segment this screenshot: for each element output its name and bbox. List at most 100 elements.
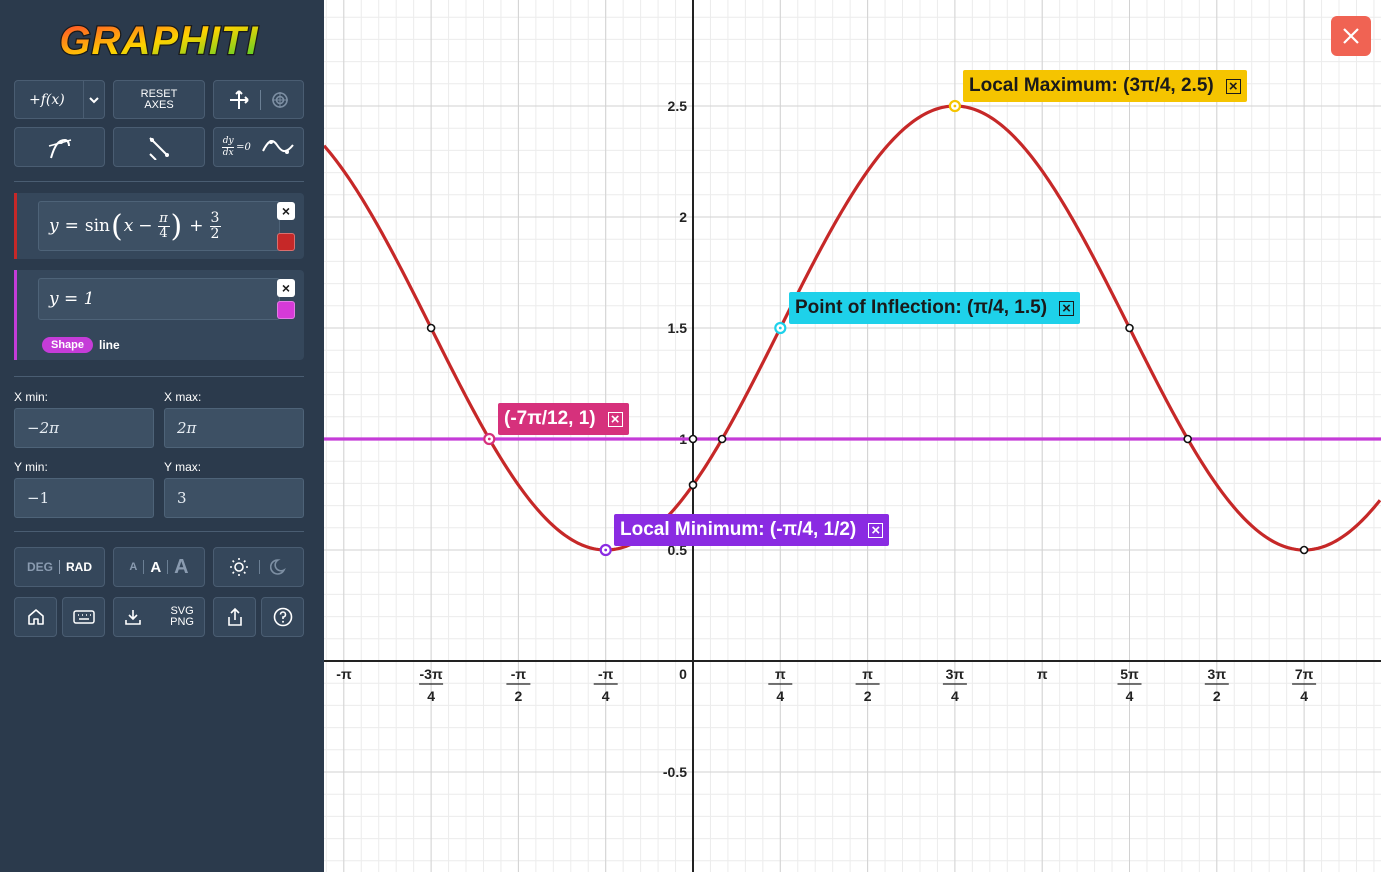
font-small-option[interactable]: A [129,561,137,573]
xmax-input[interactable]: 2π [164,408,304,448]
x-tick-label: -π [336,666,352,682]
move-icon[interactable] [228,89,250,111]
line-tool-button[interactable] [113,127,205,167]
expr-2-text: y = 1 [49,289,95,309]
inflection-point-center [778,326,782,330]
graph-point [1183,434,1193,444]
x-tick-denominator: 4 [1126,688,1134,704]
moon-icon[interactable] [270,558,288,576]
delete-expression-1-button[interactable]: × [277,202,295,220]
pan-mode-group [213,80,304,119]
font-size-group: A A A [113,547,205,587]
local-minimum-label[interactable]: Local Minimum: (-π/4, 1/2) × [614,514,890,546]
expr-three: 3 [210,209,220,226]
angle-mode-toggle: DEG RAD [14,547,105,587]
wave-icon [261,140,294,154]
graph-point [688,434,698,444]
graph-canvas[interactable]: -π-3π4-π2-π40π4π23π4π5π43π27π4 2.521.510… [324,0,1381,872]
expression-input-1[interactable]: y = sin ( x − π 4 ) + 3 2 [38,201,280,251]
expression-input-2[interactable]: y = 1 [38,278,280,320]
expr-eq: = [64,216,79,236]
expr-two: 2 [210,225,220,242]
keyboard-icon [72,610,95,624]
font-large-option[interactable]: A [174,556,188,579]
graph-point [717,434,727,444]
expr-four: 4 [159,225,168,241]
png-label: PNG [170,616,194,628]
divider [14,181,304,182]
close-icon [1343,28,1359,44]
download-button[interactable]: SVG PNG [113,597,205,637]
xmax-label: X max: [164,390,202,404]
expression-item-1[interactable]: y = sin ( x − π 4 ) + 3 2 × [14,193,304,259]
y-tick-label: 1.5 [668,320,688,336]
x-tick-label: -π [511,666,527,682]
ymax-input[interactable]: 3 [164,478,304,518]
ymin-input[interactable]: −1 [14,478,154,518]
logo-text: GRAPHITI [59,19,258,63]
home-icon [27,609,44,625]
x-tick-denominator: 4 [776,688,784,704]
local-maximum-label[interactable]: Local Maximum: (3π/4, 2.5) × [963,70,1247,102]
y-tick-label: 2.5 [668,98,688,114]
local-minimum-point-center [604,548,608,552]
tangent-tool-button[interactable] [14,127,105,167]
shape-badge[interactable]: Shape [42,337,94,353]
reset-axes-button[interactable]: RESET AXES [113,80,205,119]
add-function-button[interactable]: +f(x) [14,80,105,119]
home-button[interactable] [14,597,57,637]
dydx-den: dx [222,147,234,158]
expr-x: x [123,216,134,236]
color-swatch-2[interactable] [277,301,295,319]
inflection-point-label[interactable]: Point of Inflection: (π/4, 1.5) × [789,292,1081,324]
reset-axes-label-2: AXES [144,98,174,111]
deg-option[interactable]: DEG [27,560,53,574]
delete-expression-2-button[interactable]: × [277,279,295,297]
stationary-points-button[interactable]: dy dx =0 [213,127,304,167]
xmin-label: X min: [14,390,49,404]
help-button[interactable] [261,597,304,637]
expr-plus: + [189,216,204,236]
reset-axes-label: RESET [140,87,178,100]
sidebar: GRAPHITI +f(x) RESET AXES dy dx =0 y = s… [0,0,324,872]
close-local-maximum-icon[interactable]: × [1225,78,1241,94]
color-swatch-1[interactable] [277,233,295,251]
inflection-point-text: Point of Inflection: (π/4, 1.5) [795,297,1048,318]
theme-toggle [213,547,304,587]
x-tick-denominator: 4 [951,688,959,704]
x-tick-label: 7π [1295,666,1314,682]
graph-point [426,323,436,333]
ymax-label: Y max: [164,460,202,474]
ymin-label: Y min: [14,460,48,474]
x-tick-label: 5π [1120,666,1139,682]
expr-y: y [49,216,59,236]
expression-item-2[interactable]: y = 1 × Shape line [14,270,304,360]
x-tick-label: 3π [1208,666,1227,682]
expr-sin: sin [84,216,110,236]
divider [14,531,304,532]
x-tick-label: π [862,666,873,682]
intersection-label[interactable]: (-7π/12, 1) × [498,403,629,435]
close-local-minimum-icon[interactable]: × [868,522,884,538]
close-button[interactable] [1331,16,1371,56]
x-tick-denominator: 2 [1213,688,1221,704]
shape-value[interactable]: line [99,338,120,352]
target-icon[interactable] [271,91,289,109]
rad-option[interactable]: RAD [66,560,92,574]
chevron-down-icon[interactable] [88,94,100,106]
help-icon [273,607,292,627]
x-tick-label: π [775,666,786,682]
axes [324,0,1381,872]
close-intersection-icon[interactable]: × [607,411,623,427]
share-icon [227,607,242,626]
graph-point [688,480,698,490]
font-medium-option[interactable]: A [150,559,161,576]
expr-minus: − [138,216,153,236]
xmin-input[interactable]: −2π [14,408,154,448]
sun-icon[interactable] [229,557,249,577]
close-inflection-icon[interactable]: × [1059,300,1075,316]
keyboard-button[interactable] [62,597,105,637]
share-button[interactable] [213,597,256,637]
expression-color-bar [14,193,17,259]
y-tick-label: 2 [679,209,687,225]
